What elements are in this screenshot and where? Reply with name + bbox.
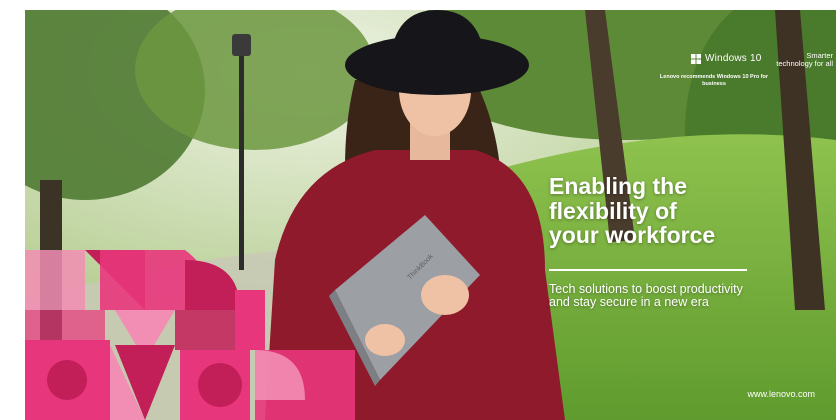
ad-banner[interactable]: ThinkBook Windows 10 Lenovo recommends W… [25, 10, 836, 420]
windows-recommendation: Lenovo recommends Windows 10 Pro for bus… [659, 74, 769, 87]
website-link[interactable]: www.lenovo.com [715, 389, 815, 399]
divider [549, 269, 747, 271]
headline: Enabling the flexibility of your workfor… [549, 173, 716, 248]
windows-logo-icon [691, 53, 701, 64]
brand-tagline: Smarter technology for all [776, 51, 833, 68]
brand-pattern-graphic [25, 250, 355, 420]
windows-label: Windows 10 [705, 53, 762, 64]
windows-badge: Windows 10 [691, 53, 761, 64]
subheadline: Tech solutions to boost productivity and… [549, 282, 743, 309]
